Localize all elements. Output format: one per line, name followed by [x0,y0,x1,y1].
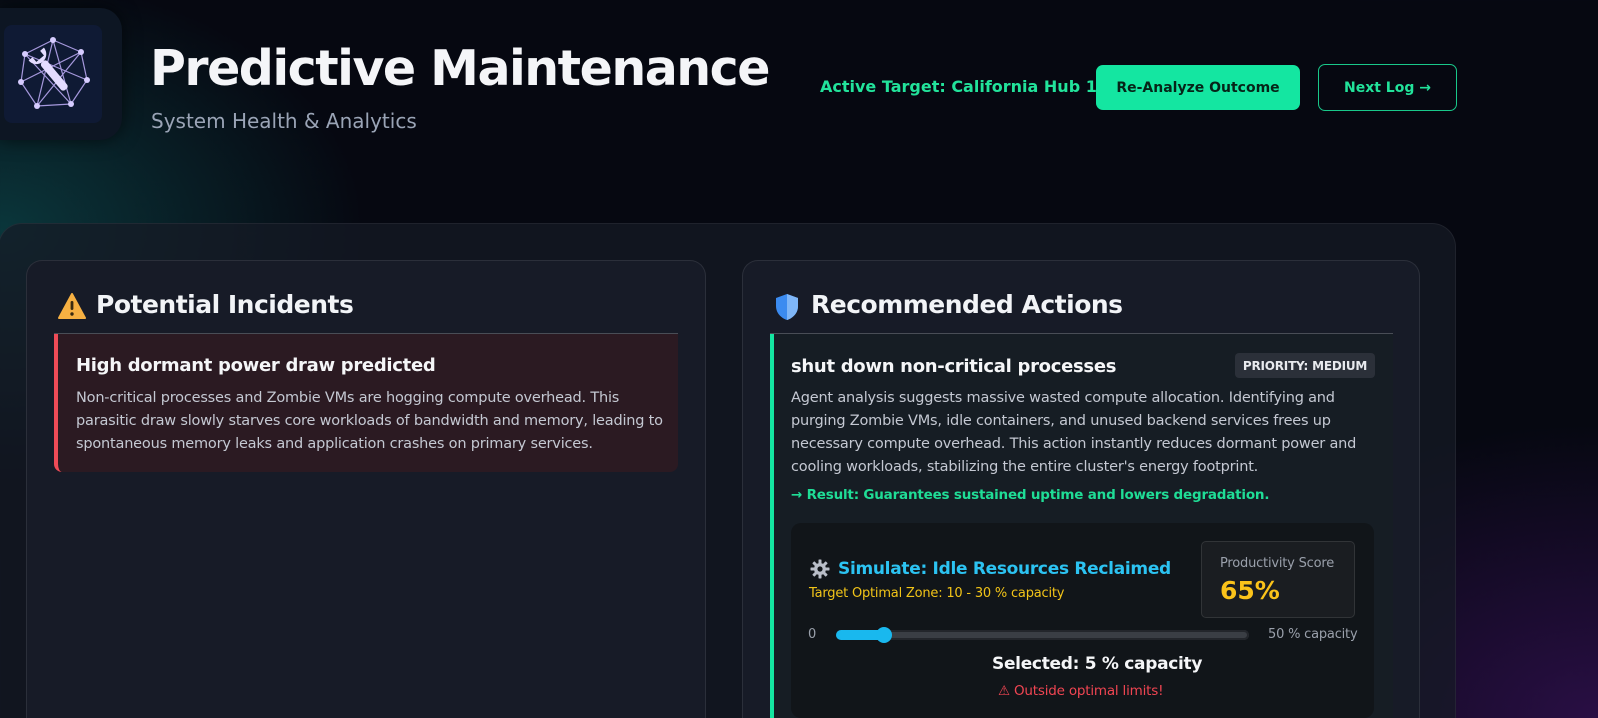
slider-min-label: 0 [808,627,817,642]
simulation-title: Simulate: Idle Resources Reclaimed [838,559,1171,579]
actions-heading: Recommended Actions [811,290,1123,319]
action-result: → Result: Guarantees sustained uptime an… [791,487,1270,503]
reanalyze-outcome-button[interactable]: Re-Analyze Outcome [1096,65,1300,110]
productivity-score-value: 65% [1220,576,1280,605]
productivity-score-label: Productivity Score [1220,556,1335,571]
slider-max-label: 50 % capacity [1268,627,1358,642]
optimal-limits-warning: ⚠ Outside optimal limits! [998,683,1164,699]
warning-icon [58,293,86,323]
incident-title: High dormant power draw predicted [76,355,436,376]
gear-icon [810,559,830,583]
priority-badge: PRIORITY: MEDIUM [1235,353,1375,378]
shield-icon [775,293,799,325]
action-description: Agent analysis suggests massive wasted c… [791,390,1357,475]
page-subtitle: System Health & Analytics [151,109,417,133]
network-wrench-icon [4,25,102,123]
active-target-label: Active Target: California Hub 11 [820,77,1108,96]
incidents-panel [26,260,706,718]
selected-capacity-label: Selected: 5 % capacity [992,654,1203,674]
slider-thumb[interactable] [875,627,892,643]
page-title: Predictive Maintenance [150,40,770,97]
incidents-heading: Potential Incidents [96,290,354,319]
next-log-button[interactable]: Next Log → [1318,64,1457,111]
capacity-slider[interactable] [836,627,1249,643]
target-zone-label: Target Optimal Zone: 10 - 30 % capacity [809,586,1065,601]
action-title: shut down non-critical processes [791,356,1117,377]
app-logo [0,8,122,140]
incident-description: Non-critical processes and Zombie VMs ar… [76,390,663,452]
